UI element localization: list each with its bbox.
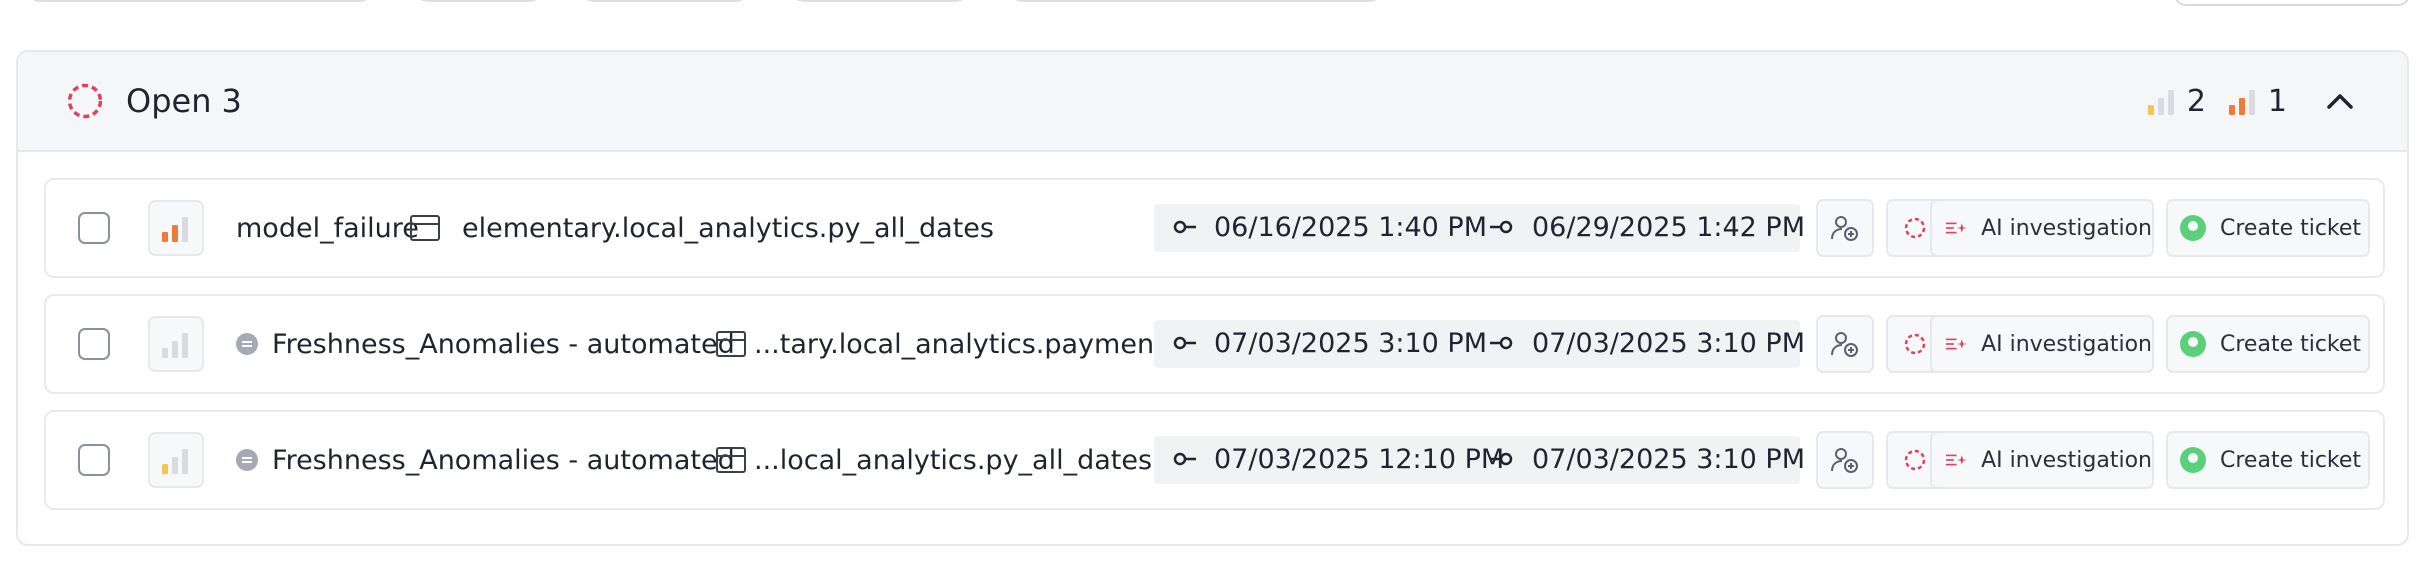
last-seen-icon bbox=[1490, 452, 1513, 466]
add-user-icon bbox=[1831, 332, 1858, 357]
severity-high-count: 1 bbox=[2267, 83, 2287, 119]
severity-high-icon bbox=[162, 217, 188, 242]
incident-name[interactable]: Freshness_Anomalies - automated bbox=[272, 445, 735, 476]
ai-sparkle-icon bbox=[1946, 222, 1968, 234]
open-status-icon bbox=[1904, 217, 1926, 239]
ticket-icon bbox=[2180, 447, 2206, 473]
open-status-icon bbox=[1904, 333, 1926, 355]
severity-high-summary: 1 bbox=[2228, 84, 2287, 119]
add-user-icon bbox=[1831, 448, 1858, 473]
create-ticket-label: Create ticket bbox=[2220, 447, 2362, 473]
first-seen-time: 07/03/2025 12:10 PM bbox=[1214, 444, 1505, 475]
filter-chip[interactable] bbox=[414, 0, 544, 2]
first-seen-time: 07/03/2025 3:10 PM bbox=[1214, 328, 1487, 359]
last-seen-icon bbox=[1490, 336, 1513, 350]
last-seen-time: 07/03/2025 3:10 PM bbox=[1532, 444, 1805, 475]
table-icon bbox=[410, 215, 440, 241]
table-icon bbox=[716, 331, 746, 357]
severity-low-icon bbox=[162, 449, 188, 474]
group-count: 3 bbox=[221, 82, 242, 120]
ai-investigation-label: AI investigation bbox=[1981, 215, 2152, 241]
incident-name[interactable]: model_failure bbox=[236, 213, 419, 244]
incident-table[interactable]: elementary.local_analytics.py_all_dates bbox=[462, 213, 994, 244]
incident-name[interactable]: Freshness_Anomalies - automated bbox=[272, 329, 735, 360]
group-header[interactable]: Open 3 2 1 bbox=[18, 52, 2407, 152]
row-checkbox[interactable] bbox=[78, 212, 110, 244]
severity-high-icon bbox=[2228, 90, 2255, 115]
ai-sparkle-icon bbox=[1946, 454, 1968, 466]
ticket-icon bbox=[2180, 215, 2206, 241]
first-seen-icon bbox=[1173, 220, 1196, 234]
incident-row[interactable]: Freshness_Anomalies - automated ...tary.… bbox=[44, 294, 2385, 394]
group-title: Open bbox=[126, 82, 212, 120]
filter-chip[interactable] bbox=[26, 0, 374, 2]
severity-low-icon bbox=[2147, 90, 2174, 115]
severity-badge bbox=[148, 432, 204, 488]
incident-row[interactable]: Freshness_Anomalies - automated ...local… bbox=[44, 410, 2385, 510]
collapse-button[interactable] bbox=[2323, 84, 2357, 118]
ai-sparkle-icon bbox=[1946, 338, 1968, 350]
create-ticket-button[interactable]: Create ticket bbox=[2166, 431, 2370, 489]
top-right-control[interactable] bbox=[2174, 0, 2410, 6]
add-user-icon bbox=[1831, 216, 1858, 241]
last-seen-time: 07/03/2025 3:10 PM bbox=[1532, 328, 1805, 359]
ai-investigation-label: AI investigation bbox=[1981, 331, 2152, 357]
filter-chip[interactable] bbox=[1008, 0, 1384, 2]
first-seen-icon bbox=[1173, 336, 1196, 350]
ai-investigation-button[interactable]: AI investigation bbox=[1930, 315, 2154, 373]
time-range: 07/03/2025 12:10 PM 07/03/2025 3:10 PM bbox=[1154, 436, 1805, 484]
incident-table[interactable]: ...local_analytics.py_all_dates bbox=[754, 445, 1152, 476]
severity-badge bbox=[148, 200, 204, 256]
severity-none-icon bbox=[162, 333, 188, 358]
open-status-icon bbox=[1904, 449, 1926, 471]
filter-chip[interactable] bbox=[790, 0, 970, 2]
first-seen-icon bbox=[1173, 452, 1196, 466]
open-status-icon bbox=[67, 83, 103, 119]
assign-user-button[interactable] bbox=[1816, 315, 1874, 373]
last-seen-time: 06/29/2025 1:42 PM bbox=[1532, 212, 1805, 243]
incident-row[interactable]: model_failure elementary.local_analytics… bbox=[44, 178, 2385, 278]
create-ticket-button[interactable]: Create ticket bbox=[2166, 315, 2370, 373]
create-ticket-button[interactable]: Create ticket bbox=[2166, 199, 2370, 257]
assign-user-button[interactable] bbox=[1816, 199, 1874, 257]
ticket-icon bbox=[2180, 331, 2206, 357]
severity-badge bbox=[148, 316, 204, 372]
automated-test-icon bbox=[236, 333, 258, 355]
row-checkbox[interactable] bbox=[78, 444, 110, 476]
row-checkbox[interactable] bbox=[78, 328, 110, 360]
time-range: 06/16/2025 1:40 PM 06/29/2025 1:42 PM bbox=[1154, 204, 1805, 252]
severity-low-count: 2 bbox=[2186, 83, 2206, 119]
ai-investigation-button[interactable]: AI investigation bbox=[1930, 431, 2154, 489]
assign-user-button[interactable] bbox=[1816, 431, 1874, 489]
incident-table[interactable]: ...tary.local_analytics.payment bbox=[754, 329, 1165, 360]
create-ticket-label: Create ticket bbox=[2220, 331, 2362, 357]
create-ticket-label: Create ticket bbox=[2220, 215, 2362, 241]
last-seen-icon bbox=[1490, 220, 1513, 234]
incident-group-panel: Open 3 2 1 model_failure elementary.loca… bbox=[16, 50, 2409, 546]
first-seen-time: 06/16/2025 1:40 PM bbox=[1214, 212, 1487, 243]
chevron-up-icon bbox=[2327, 94, 2353, 109]
ai-investigation-button[interactable]: AI investigation bbox=[1930, 199, 2154, 257]
automated-test-icon bbox=[236, 449, 258, 471]
filter-chip[interactable] bbox=[580, 0, 750, 2]
severity-low-summary: 2 bbox=[2147, 84, 2206, 119]
table-icon bbox=[716, 447, 746, 473]
time-range: 07/03/2025 3:10 PM 07/03/2025 3:10 PM bbox=[1154, 320, 1805, 368]
ai-investigation-label: AI investigation bbox=[1981, 447, 2152, 473]
